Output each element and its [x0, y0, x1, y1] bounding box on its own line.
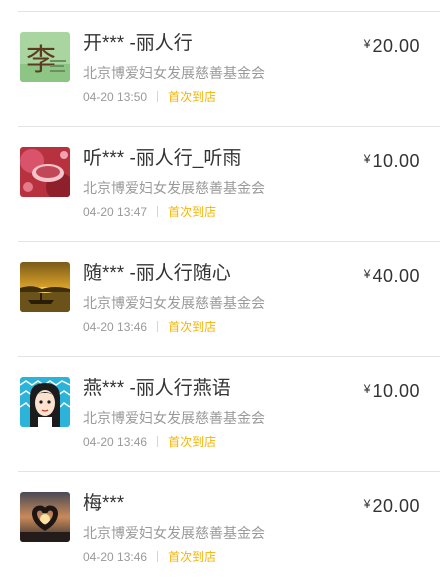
donor-name: 开*** -丽人行 — [83, 33, 193, 54]
donation-amount: ¥10.00 — [364, 148, 420, 174]
donation-time: 04-20 13:46 — [83, 320, 148, 334]
first-visit-tag: 首次到店 — [168, 90, 217, 104]
organization-name: 北京博爱妇女发展慈善基金会 — [83, 65, 265, 81]
donor-name: 听*** -丽人行_听雨 — [83, 148, 242, 169]
currency-symbol: ¥ — [363, 37, 371, 51]
donation-item[interactable]: 李 开*** -丽人行 北京博爱妇女发展慈善基金会 04-20 13:50 首次到… — [0, 12, 440, 127]
donor-name: 随*** -丽人行随心 — [83, 263, 231, 284]
donation-time: 04-20 13:46 — [83, 550, 148, 564]
first-visit-tag: 首次到店 — [168, 435, 217, 449]
donation-amount: ¥40.00 — [364, 263, 420, 289]
donation-meta: 04-20 13:47 首次到店 — [83, 204, 216, 220]
currency-symbol: ¥ — [363, 267, 371, 281]
donor-name: 燕*** -丽人行燕语 — [83, 378, 231, 399]
first-visit-tag: 首次到店 — [168, 550, 217, 564]
donation-item[interactable]: 听*** -丽人行_听雨 北京博爱妇女发展慈善基金会 04-20 13:47 首次… — [0, 127, 440, 242]
donation-item[interactable]: 燕*** -丽人行燕语 北京博爱妇女发展慈善基金会 04-20 13:46 首次到… — [0, 357, 440, 472]
meta-separator — [157, 91, 159, 102]
amount-value: 10.00 — [372, 381, 420, 401]
amount-value: 10.00 — [372, 151, 420, 171]
donation-time: 04-20 13:46 — [83, 435, 148, 449]
organization-name: 北京博爱妇女发展慈善基金会 — [83, 295, 265, 311]
donation-item[interactable]: 随*** -丽人行随心 北京博爱妇女发展慈善基金会 04-20 13:46 首次到… — [0, 242, 440, 357]
currency-symbol: ¥ — [363, 152, 371, 166]
meta-separator — [157, 206, 159, 217]
donation-meta: 04-20 13:50 首次到店 — [83, 89, 216, 105]
first-visit-tag: 首次到店 — [168, 205, 217, 219]
organization-name: 北京博爱妇女发展慈善基金会 — [83, 180, 265, 196]
donation-meta: 04-20 13:46 首次到店 — [83, 434, 216, 450]
donation-item[interactable]: 梅*** 北京博爱妇女发展慈善基金会 04-20 13:46 首次到店 ¥20.0… — [0, 472, 440, 587]
donation-amount: ¥10.00 — [364, 378, 420, 404]
red-teacup-avatar — [20, 147, 70, 197]
sunset-boat-avatar — [20, 262, 70, 312]
heart-hands-sunset-avatar — [20, 492, 70, 542]
amount-value: 40.00 — [372, 266, 420, 286]
currency-symbol: ¥ — [363, 497, 371, 511]
donation-meta: 04-20 13:46 首次到店 — [83, 549, 216, 565]
donation-time: 04-20 13:47 — [83, 205, 148, 219]
organization-name: 北京博爱妇女发展慈善基金会 — [83, 525, 265, 541]
donor-name: 梅*** — [83, 493, 125, 514]
meta-separator — [157, 551, 159, 562]
donation-amount: ¥20.00 — [364, 493, 420, 519]
donation-time: 04-20 13:50 — [83, 90, 148, 104]
li-character-avatar: 李 — [20, 32, 70, 82]
donation-amount: ¥20.00 — [364, 33, 420, 59]
first-visit-tag: 首次到店 — [168, 320, 217, 334]
meta-separator — [157, 321, 159, 332]
organization-name: 北京博爱妇女发展慈善基金会 — [83, 410, 265, 426]
meta-separator — [157, 436, 159, 447]
currency-symbol: ¥ — [363, 382, 371, 396]
cartoon-girl-avatar — [20, 377, 70, 427]
amount-value: 20.00 — [372, 36, 420, 56]
donation-meta: 04-20 13:46 首次到店 — [83, 319, 216, 335]
amount-value: 20.00 — [372, 496, 420, 516]
